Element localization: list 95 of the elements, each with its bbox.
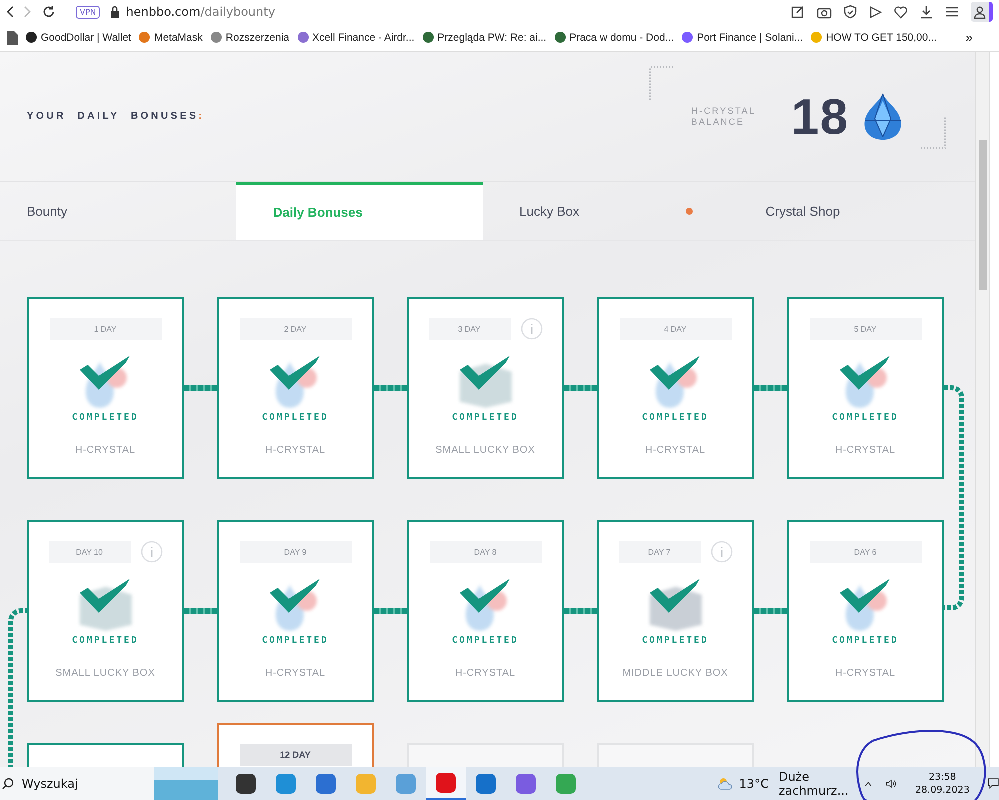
completed-label: COMPLETED xyxy=(72,413,139,423)
edit-icon[interactable] xyxy=(791,5,805,19)
reward-name: MIDDLE LUCKY BOX xyxy=(622,668,728,679)
bookmark[interactable]: Przegląda PW: Re: ai... xyxy=(422,32,547,44)
bookmark[interactable]: MetaMask xyxy=(139,32,203,44)
reward-name: SMALL LUCKY BOX xyxy=(436,445,536,456)
checkmark-icon xyxy=(650,579,702,613)
checkmark-icon xyxy=(460,356,512,390)
completed-label: COMPLETED xyxy=(642,636,709,646)
person-icon xyxy=(974,6,986,18)
reward-card[interactable]: DAY 9 COMPLETED H-CRYSTAL xyxy=(217,520,374,702)
day-label: 4 DAY xyxy=(620,318,732,340)
camera-icon[interactable] xyxy=(817,6,832,18)
completed-label: COMPLETED xyxy=(262,636,329,646)
speaker-icon[interactable] xyxy=(886,778,898,790)
day-label: DAY 7 xyxy=(618,541,700,563)
reload-icon[interactable] xyxy=(42,5,56,19)
bookmark[interactable]: HOW TO GET 150,00... xyxy=(811,32,937,44)
reward-name: H-CRYSTAL xyxy=(265,445,326,456)
balance-label: H-CRYSTAL BALANCE xyxy=(691,106,757,128)
checkmark-icon xyxy=(270,356,322,390)
list-icon[interactable] xyxy=(945,6,959,18)
page-icon[interactable] xyxy=(7,30,18,44)
lock-icon xyxy=(110,6,120,18)
shield-icon[interactable] xyxy=(844,5,857,19)
dotted-corner-decoration xyxy=(649,66,676,100)
search-field[interactable]: Wyszukaj xyxy=(0,767,154,800)
search-icon[interactable] xyxy=(2,778,14,790)
vpn-badge[interactable]: VPN xyxy=(76,6,100,18)
tab[interactable]: Bounty xyxy=(0,182,236,240)
tab[interactable]: Crystal Shop xyxy=(728,182,975,240)
reward-card[interactable]: DAY 6 COMPLETED H-CRYSTAL xyxy=(787,520,944,702)
reward-card[interactable]: 1 DAY COMPLETED H-CRYSTAL xyxy=(27,297,184,479)
tab[interactable]: Lucky Box xyxy=(482,182,729,240)
completed-label: COMPLETED xyxy=(452,636,519,646)
bookmark[interactable]: GoodDollar | Wallet xyxy=(26,32,132,44)
day-label: DAY 9 xyxy=(240,541,352,563)
reward-card[interactable]: 12 DAY xyxy=(217,723,374,767)
day-label: DAY 10 xyxy=(48,541,130,563)
scrollbar[interactable] xyxy=(975,52,989,767)
day-label: 3 DAY xyxy=(428,318,510,340)
notification-icon[interactable] xyxy=(988,776,999,791)
temperature: 13°C xyxy=(739,776,769,790)
checkmark-icon xyxy=(270,579,322,613)
day-label: DAY 8 xyxy=(430,541,542,563)
taskbar-app-icon[interactable] xyxy=(426,767,466,800)
back-icon[interactable] xyxy=(6,6,14,18)
clock[interactable]: 23:58 28.09.2023 xyxy=(915,770,970,796)
checkmark-icon xyxy=(840,356,892,390)
completed-label: COMPLETED xyxy=(832,413,899,423)
reward-card[interactable]: 3 DAY COMPLETED SMALL LUCKY BOX xyxy=(407,297,564,479)
heart-icon[interactable] xyxy=(894,6,908,18)
bookmark[interactable]: Praca w domu - Dod... xyxy=(554,32,674,44)
reward-name: H-CRYSTAL xyxy=(265,668,326,679)
dotted-corner-decoration xyxy=(921,116,948,150)
bookmark[interactable]: Xcell Finance - Airdr... xyxy=(298,32,415,44)
completed-label: COMPLETED xyxy=(832,636,899,646)
reward-name: H-CRYSTAL xyxy=(455,668,516,679)
scrollbar-thumb[interactable] xyxy=(978,140,986,290)
completed-label: COMPLETED xyxy=(72,636,139,646)
more-bookmarks-button[interactable]: » xyxy=(966,30,999,45)
caret-icon[interactable] xyxy=(865,780,872,788)
reward-card[interactable]: DAY 10 COMPLETED SMALL LUCKY BOX xyxy=(27,520,184,702)
checkmark-icon xyxy=(650,356,702,390)
page-title: YOUR DAILY BONUSES: xyxy=(27,111,205,122)
completed-label: COMPLETED xyxy=(262,413,329,423)
day-label: 12 DAY xyxy=(240,744,352,766)
bookmark[interactable]: Rozszerzenia xyxy=(210,32,290,44)
profile-button[interactable] xyxy=(971,2,993,22)
address-bar[interactable]: henbbo.com/dailybounty xyxy=(126,5,276,19)
checkmark-icon xyxy=(460,579,512,613)
reward-name: H-CRYSTAL xyxy=(835,445,896,456)
day-label: DAY 6 xyxy=(810,541,922,563)
reward-name: H-CRYSTAL xyxy=(645,445,706,456)
reward-card[interactable]: DAY 7 COMPLETED MIDDLE LUCKY BOX xyxy=(597,520,754,702)
reward-card[interactable]: DAY 8 COMPLETED H-CRYSTAL xyxy=(407,520,564,702)
day-label: 5 DAY xyxy=(810,318,922,340)
reward-name: H-CRYSTAL xyxy=(835,668,896,679)
reward-card[interactable]: 2 DAY COMPLETED H-CRYSTAL xyxy=(217,297,374,479)
checkmark-icon xyxy=(840,579,892,613)
checkmark-icon xyxy=(80,356,132,390)
reward-card[interactable]: 5 DAY COMPLETED H-CRYSTAL xyxy=(787,297,944,479)
checkmark-icon xyxy=(80,579,132,613)
day-label: 2 DAY xyxy=(240,318,352,340)
weather-text: Duże zachmurz... xyxy=(778,770,850,798)
play-icon[interactable] xyxy=(869,6,882,18)
completed-label: COMPLETED xyxy=(452,413,519,423)
bookmark[interactable]: Port Finance | Solani... xyxy=(682,32,804,44)
reward-name: H-CRYSTAL xyxy=(75,445,136,456)
download-icon[interactable] xyxy=(920,5,933,19)
balance-value: 18 xyxy=(791,88,850,146)
reward-card[interactable]: 4 DAY COMPLETED H-CRYSTAL xyxy=(597,297,754,479)
reward-name: SMALL LUCKY BOX xyxy=(56,668,156,679)
completed-label: COMPLETED xyxy=(642,413,709,423)
day-label: 1 DAY xyxy=(50,318,162,340)
